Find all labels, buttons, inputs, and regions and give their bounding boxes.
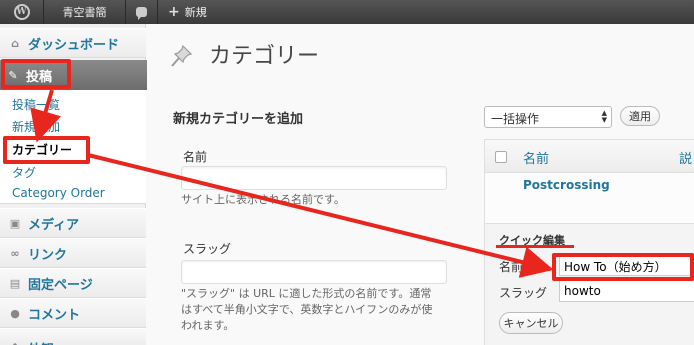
category-link[interactable]: Postcrossing — [523, 178, 610, 192]
underline-quick-edit — [496, 245, 574, 248]
bulk-action-select[interactable]: 一括操作 ▲ ▼ — [484, 106, 612, 128]
select-arrows-icon: ▲ ▼ — [601, 109, 607, 124]
highlight-posts-box — [1, 59, 71, 89]
slug-help-line-3: われます。 — [181, 319, 235, 332]
slug-label: スラッグ — [183, 242, 232, 256]
submenu-category-order[interactable]: Category Order — [12, 186, 105, 200]
page-title: カテゴリー — [209, 44, 320, 69]
slug-help-line-1: "スラッグ" は URL に適した形式の名前です。通常 — [181, 287, 432, 300]
menu-links[interactable]: ∞ リンク — [0, 238, 146, 268]
menu-appearance[interactable]: ◆ 外観 — [0, 328, 146, 345]
page-icon: ▤ — [9, 276, 21, 290]
plus-icon: + — [168, 4, 180, 20]
comment-icon: ● — [10, 306, 20, 320]
menu-pages-label: 固定ページ — [28, 277, 93, 293]
media-icon: ▣ — [9, 216, 21, 230]
house-icon: ⌂ — [11, 36, 19, 50]
appearance-icon: ◆ — [8, 339, 22, 345]
bulk-action-value: 一括操作 — [491, 112, 540, 126]
slug-help-line-2: はすべて半角小文字で、英数字とハイフンのみが使 — [181, 303, 433, 316]
select-all-checkbox[interactable] — [495, 151, 507, 163]
highlight-categories-box — [3, 136, 90, 164]
menu-dashboard-label: ダッシュボード — [28, 37, 120, 53]
column-name-header[interactable]: 名前 — [523, 148, 549, 167]
highlight-name-input-box — [552, 253, 694, 281]
site-name: 青空書簡 — [62, 6, 107, 19]
menu-comments-label: コメント — [28, 307, 81, 323]
menu-comments[interactable]: ● コメント — [0, 298, 146, 328]
add-category-heading: 新規カテゴリーを追加 — [173, 112, 304, 127]
new-label: 新規 — [184, 6, 207, 19]
quick-slug-input[interactable]: howto — [559, 280, 694, 302]
cancel-button-label: キャンセル — [503, 317, 559, 330]
quick-edit-panel: クイック編集 名前 How To（始め方） スラッグ howto キャンセル — [484, 223, 694, 345]
category-slug-input[interactable] — [181, 260, 447, 284]
cancel-button[interactable]: キャンセル — [499, 312, 563, 334]
main-content: カテゴリー 新規カテゴリーを追加 名前 サイト上に表示される名前です。 スラッグ… — [147, 24, 694, 345]
menu-dashboard[interactable]: ⌂ ダッシュボード — [0, 28, 146, 58]
pushpin-icon — [171, 44, 193, 67]
menu-media-label: メディア — [28, 217, 80, 233]
wordpress-logo-menu[interactable]: W — [0, 0, 44, 24]
name-help-text: サイト上に表示される名前です。 — [181, 193, 345, 206]
menu-appearance-label: 外観 — [28, 339, 54, 345]
column-description-header[interactable]: 説 — [679, 148, 692, 167]
table-row: Postcrossing — [484, 173, 694, 223]
new-content-menu[interactable]: + 新規 — [158, 0, 217, 24]
submenu-tags[interactable]: タグ — [12, 164, 36, 181]
site-name-menu[interactable]: 青空書簡 — [44, 0, 126, 24]
comment-bubble-icon — [136, 7, 147, 20]
menu-media[interactable]: ▣ メディア — [0, 208, 146, 238]
submenu-add-new[interactable]: 新規追加 — [12, 118, 60, 135]
menu-pages[interactable]: ▤ 固定ページ — [0, 268, 146, 298]
admin-bar: W 青空書簡 + 新規 — [0, 0, 694, 24]
submenu-all-posts[interactable]: 投稿一覧 — [12, 96, 60, 113]
wordpress-logo-icon: W — [13, 4, 30, 20]
menu-links-label: リンク — [28, 247, 68, 263]
quick-slug-label: スラッグ — [499, 286, 548, 300]
quick-name-label: 名前 — [499, 260, 524, 274]
link-icon: ∞ — [10, 246, 20, 260]
name-label: 名前 — [183, 150, 208, 164]
apply-button-label: 適用 — [629, 110, 651, 123]
quick-slug-value: howto — [564, 284, 601, 298]
apply-button[interactable]: 適用 — [620, 106, 660, 126]
category-name-input[interactable] — [181, 166, 447, 190]
table-header: 名前 説 — [484, 139, 694, 173]
comments-menu[interactable] — [126, 0, 158, 24]
